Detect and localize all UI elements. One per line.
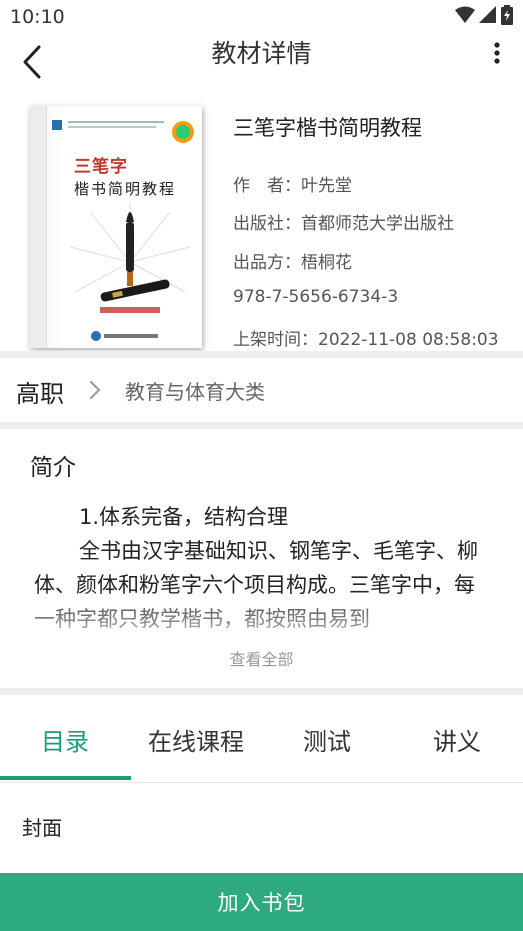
breadcrumb-level[interactable]: 高职	[16, 374, 64, 409]
book-publisher: 出版社：首都师范大学出版社	[233, 214, 454, 234]
book-shelf-time: 上架时间：2022-11-08 08:58:03	[233, 330, 499, 350]
signal-icon	[479, 6, 497, 28]
intro-paragraph: 1.体系完备，结构合理	[79, 505, 289, 529]
intro-section: 简介 1.体系完备，结构合理 全书由汉字基础知识、钢笔字、毛笔字、柳体、颜体和粉…	[0, 430, 523, 688]
cover-header-decoration	[52, 120, 194, 143]
app-bar: 教材详情	[0, 36, 523, 96]
tab-tests[interactable]: 测试	[262, 722, 392, 757]
add-to-bookbag-button[interactable]: 加入书包	[0, 873, 523, 931]
wifi-icon	[455, 6, 475, 28]
more-options-button[interactable]	[485, 40, 509, 70]
book-title: 三笔字楷书简明教程	[233, 116, 422, 140]
status-icons	[455, 5, 513, 29]
status-time: 10:10	[10, 6, 65, 28]
tab-handouts[interactable]: 讲义	[392, 722, 522, 757]
chevron-right-icon	[88, 378, 108, 402]
section-divider	[0, 688, 523, 695]
battery-icon	[501, 5, 513, 29]
content-tabs: 目录 在线课程 测试 讲义	[0, 696, 523, 783]
toc-item[interactable]: 封面	[22, 812, 62, 841]
intro-body: 1.体系完备，结构合理 全书由汉字基础知识、钢笔字、毛笔字、柳体、颜体和粉笔字六…	[34, 500, 484, 636]
breadcrumb-category[interactable]: 教育与体育大类	[125, 376, 265, 405]
view-all-link[interactable]: 查看全部	[0, 646, 523, 670]
page-title: 教材详情	[211, 39, 312, 68]
breadcrumb: 高职 教育与体育大类	[0, 358, 523, 422]
section-divider	[0, 351, 523, 358]
cover-pen-illustration	[70, 202, 190, 313]
more-vert-icon	[494, 42, 500, 68]
intro-paragraph: 全书由汉字基础知识、钢笔字、毛笔字、柳体、颜体和粉笔字六个项目构成。三笔字中，每…	[34, 539, 478, 631]
cover-title-black: 楷书简明教程	[74, 180, 177, 198]
cover-spine	[30, 106, 47, 348]
book-cover[interactable]: 三笔字 楷书简明教程	[30, 106, 202, 348]
cover-publisher-mark	[91, 331, 158, 341]
tab-active-indicator	[0, 776, 131, 780]
section-divider	[0, 422, 523, 429]
book-author: 作 者：叶先堂	[233, 176, 352, 196]
book-isbn: 978-7-5656-6734-3	[233, 287, 399, 307]
book-info-section: 三笔字 楷书简明教程 三笔字楷书简明教程 作 者：叶先堂 出版社：首都师范大学出…	[0, 100, 523, 352]
intro-heading: 简介	[30, 455, 76, 481]
book-producer: 出品方：梧桐花	[233, 253, 352, 273]
tab-catalog[interactable]: 目录	[0, 722, 130, 757]
status-bar: 10:10	[0, 0, 523, 36]
tab-online-courses[interactable]: 在线课程	[131, 722, 261, 757]
cover-title-red: 三笔字	[74, 157, 128, 177]
